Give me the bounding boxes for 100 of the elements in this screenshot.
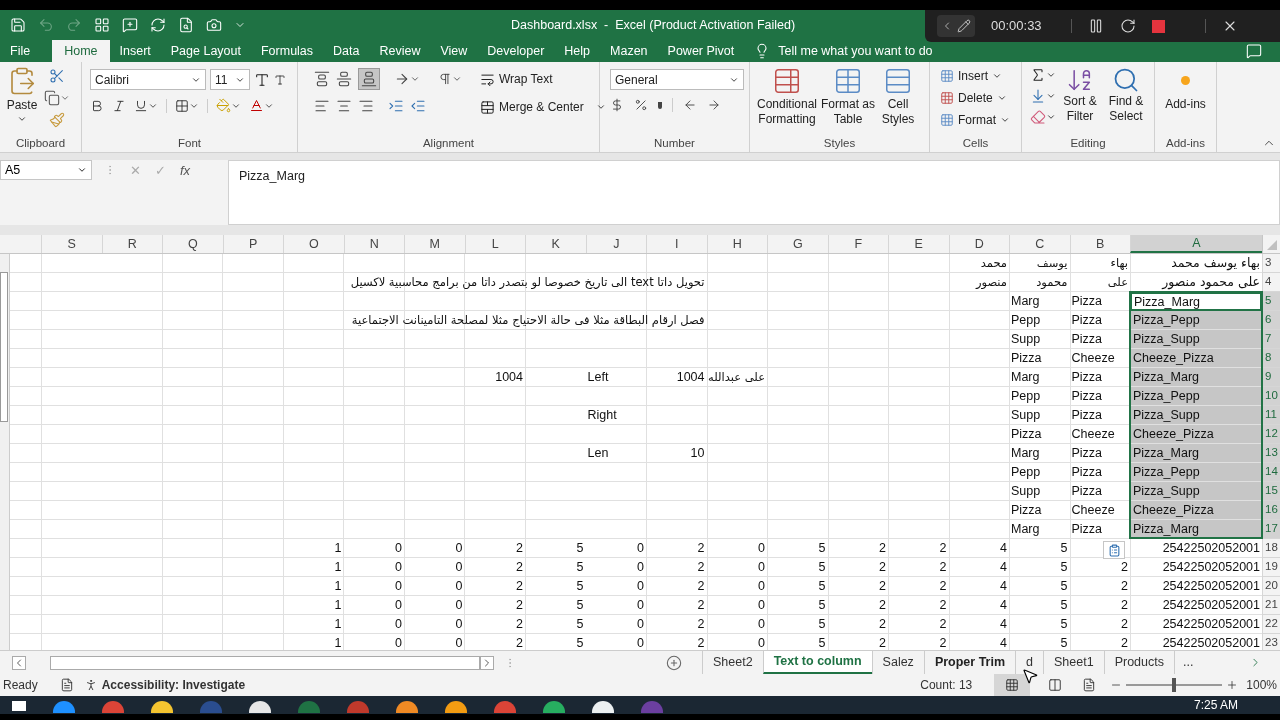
column-header[interactable]: M xyxy=(404,235,465,253)
column-header[interactable]: R xyxy=(101,235,162,253)
comments-icon[interactable] xyxy=(1246,43,1262,59)
column-header[interactable]: P xyxy=(222,235,283,253)
bold-icon[interactable] xyxy=(90,98,104,113)
ribbon-tab[interactable]: Developer xyxy=(477,40,555,62)
taskbar-icon[interactable] xyxy=(592,701,614,713)
bottom-align-icon[interactable] xyxy=(358,68,380,90)
row-header[interactable]: 20 xyxy=(1262,577,1280,596)
align-right-icon[interactable] xyxy=(358,98,374,114)
pen-icon[interactable] xyxy=(957,19,971,33)
column-header[interactable]: O xyxy=(283,235,344,253)
stop-icon[interactable] xyxy=(1152,19,1165,33)
borders-icon[interactable] xyxy=(175,98,189,113)
ribbon-tab[interactable]: Page Layout xyxy=(160,40,251,62)
vertical-scrollbar[interactable] xyxy=(0,254,10,650)
wrap-text-button[interactable]: Wrap Text xyxy=(480,68,606,90)
ribbon-tab[interactable]: Mazen xyxy=(600,40,658,62)
cells-button[interactable]: Delete xyxy=(940,88,1010,107)
decrease-decimal-icon[interactable] xyxy=(707,98,721,112)
print-preview-icon[interactable] xyxy=(178,17,194,33)
start-icon[interactable] xyxy=(12,701,26,711)
ribbon-tab[interactable]: Formulas xyxy=(250,40,324,62)
row-header[interactable]: 3 xyxy=(1262,254,1280,273)
number-format-field[interactable]: General xyxy=(610,69,744,90)
merge-center-button[interactable]: Merge & Center xyxy=(480,96,606,118)
cells-button[interactable]: Format xyxy=(940,110,1010,129)
ribbon-tab[interactable]: File xyxy=(0,40,53,62)
horizontal-scrollbar[interactable] xyxy=(50,655,480,670)
taskbar-icon[interactable] xyxy=(543,701,565,713)
camera-icon[interactable] xyxy=(206,17,222,33)
ribbon-tab[interactable]: Power Pivot xyxy=(657,40,745,62)
column-header[interactable]: Q xyxy=(162,235,223,253)
name-box[interactable]: A5 xyxy=(0,160,92,180)
accessibility-button[interactable]: Accessibility: Investigate xyxy=(83,676,246,694)
taskbar-icon[interactable] xyxy=(249,701,271,713)
editing-button[interactable]: Find & Select xyxy=(1104,66,1148,136)
column-header[interactable]: K xyxy=(525,235,586,253)
align-left-icon[interactable] xyxy=(314,98,330,114)
save-icon[interactable] xyxy=(10,17,26,33)
insert-function-icon[interactable]: fx xyxy=(180,161,191,181)
taskbar-icon[interactable] xyxy=(396,701,418,713)
taskbar-icon[interactable] xyxy=(151,701,173,713)
editing-button[interactable]: Sort & Filter xyxy=(1058,66,1102,136)
restart-icon[interactable] xyxy=(1120,18,1136,34)
row-header[interactable]: 18 xyxy=(1262,539,1280,558)
italic-icon[interactable] xyxy=(112,98,126,113)
orientation-icon[interactable] xyxy=(394,71,410,87)
column-header[interactable]: N xyxy=(343,235,404,253)
font-size-field[interactable]: 11 xyxy=(210,69,250,90)
middle-align-icon[interactable] xyxy=(336,71,352,87)
scrollbar-thumb[interactable] xyxy=(0,272,8,422)
align-center-icon[interactable] xyxy=(336,98,352,114)
copy-icon[interactable] xyxy=(44,90,60,106)
formula-field[interactable]: Pizza_Marg xyxy=(228,160,1280,225)
text-direction-icon[interactable] xyxy=(438,72,452,86)
comment-icon[interactable] xyxy=(122,17,138,33)
fill-color-icon[interactable] xyxy=(216,98,231,113)
row-header[interactable]: 23 xyxy=(1262,634,1280,650)
row-header[interactable]: 21 xyxy=(1262,596,1280,615)
zoom-in-icon[interactable] xyxy=(1226,679,1239,691)
tell-me-field[interactable]: Tell me what you want to do xyxy=(778,41,933,61)
grid-icon[interactable] xyxy=(94,17,110,33)
font-name-field[interactable]: Calibri xyxy=(90,69,206,90)
row-header[interactable]: 22 xyxy=(1262,615,1280,634)
percent-icon[interactable] xyxy=(634,98,648,112)
ribbon-tab[interactable]: Help xyxy=(554,40,601,62)
page-layout-view-icon[interactable] xyxy=(1048,678,1063,692)
add-ins-button[interactable]: Add-ins xyxy=(1159,66,1212,136)
taskbar-icon[interactable] xyxy=(445,701,467,713)
column-header[interactable]: S xyxy=(41,235,102,253)
column-header[interactable]: I xyxy=(646,235,707,253)
row-header[interactable]: 19 xyxy=(1262,558,1280,577)
ribbon-tab[interactable]: Review xyxy=(369,40,431,62)
column-header[interactable]: H xyxy=(706,235,767,253)
ribbon-tab[interactable]: Insert xyxy=(109,40,161,62)
styles-button[interactable]: Format as Table xyxy=(820,66,876,136)
comma-style-icon[interactable] xyxy=(658,101,662,109)
pause-icon[interactable] xyxy=(1088,18,1104,34)
column-header[interactable]: E xyxy=(888,235,949,253)
paste-options-icon[interactable] xyxy=(1103,541,1125,559)
add-sheet-icon[interactable] xyxy=(666,654,682,671)
macro-record-icon[interactable] xyxy=(59,678,74,692)
column-header[interactable]: F xyxy=(827,235,888,253)
sheet-tab[interactable]: Text to column xyxy=(762,651,872,674)
increase-decimal-icon[interactable] xyxy=(683,98,697,112)
shrink-font-icon[interactable] xyxy=(274,73,286,86)
column-header[interactable]: J xyxy=(585,235,646,253)
increase-indent-icon[interactable] xyxy=(388,98,404,114)
row-header[interactable]: 4 xyxy=(1262,273,1280,292)
column-header[interactable]: L xyxy=(464,235,525,253)
font-color-icon[interactable] xyxy=(249,98,264,113)
grow-font-icon[interactable] xyxy=(254,71,270,88)
decrease-indent-icon[interactable] xyxy=(410,98,426,114)
ribbon-tab[interactable]: View xyxy=(430,40,478,62)
styles-button[interactable]: Conditional Formatting xyxy=(754,66,820,136)
normal-view-icon[interactable] xyxy=(994,674,1031,696)
styles-button[interactable]: Cell Styles xyxy=(876,66,920,136)
pen-button[interactable] xyxy=(937,15,975,37)
paste-button[interactable]: Paste xyxy=(4,66,40,136)
